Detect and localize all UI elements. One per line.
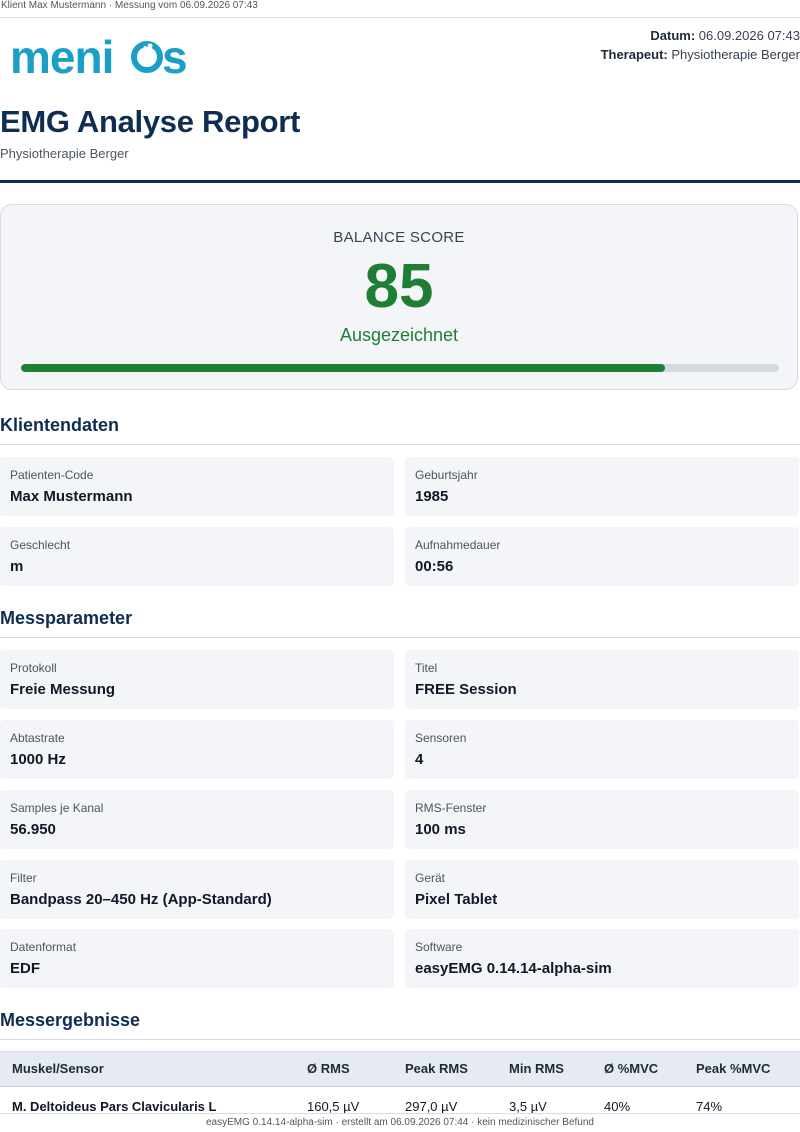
field-value: m	[10, 558, 24, 575]
field-label: Datenformat	[10, 940, 77, 954]
field-value: 56.950	[10, 821, 56, 838]
field-label: Aufnahmedauer	[415, 538, 501, 552]
field-label: Software	[415, 940, 463, 954]
field-value: Bandpass 20–450 Hz (App-Standard)	[10, 891, 272, 908]
title-divider	[0, 180, 800, 183]
field-label: Titel	[415, 661, 438, 675]
field-protocol: Protokoll Freie Messung	[0, 650, 394, 709]
report-title: EMG Analyse Report	[0, 104, 301, 139]
field-value: 4	[415, 751, 424, 768]
field-rms-window: RMS-Fenster 100 ms	[405, 790, 799, 849]
score-progress-fill	[21, 364, 666, 372]
field-label: Protokoll	[10, 661, 57, 675]
results-section-heading: Messergebnisse	[0, 1010, 141, 1030]
menios-logo: meni s	[10, 33, 188, 81]
report-meta: Datum: 06.09.2026 07:43 Therapeut: Physi…	[601, 26, 800, 64]
therapist-label: Therapeut:	[600, 47, 668, 62]
field-value: easyEMG 0.14.14-alpha-sim	[415, 960, 612, 977]
field-sample-rate: Abtastrate 1000 Hz	[0, 720, 394, 779]
col-peak-rms: Peak RMS	[405, 1061, 468, 1076]
field-value: Freie Messung	[10, 681, 116, 698]
field-gender: Geschlecht m	[0, 527, 394, 586]
svg-text:s: s	[162, 33, 188, 81]
field-value: FREE Session	[415, 681, 517, 698]
field-software: Software easyEMG 0.14.14-alpha-sim	[405, 929, 799, 988]
field-value: Pixel Tablet	[415, 891, 498, 908]
field-birth-year: Geburtsjahr 1985	[405, 457, 799, 516]
field-label: Samples je Kanal	[10, 801, 104, 815]
field-data-format: Datenformat EDF	[0, 929, 394, 988]
score-progress-bar	[21, 364, 779, 372]
field-sensors: Sensoren 4	[405, 720, 799, 779]
therapist-value: Physiotherapie Berger	[671, 47, 800, 62]
field-device: Gerät Pixel Tablet	[405, 860, 799, 919]
field-label: Patienten-Code	[10, 468, 94, 482]
field-value: EDF	[10, 960, 40, 977]
date-value: 06.09.2026 07:43	[698, 28, 800, 43]
score-rating: Ausgezeichnet	[339, 325, 459, 345]
field-value: 1985	[415, 488, 449, 505]
col-min-rms: Min RMS	[509, 1061, 564, 1076]
score-value: 85	[364, 252, 434, 321]
score-label: BALANCE SCORE	[333, 229, 465, 246]
field-samples-per-channel: Samples je Kanal 56.950	[0, 790, 394, 849]
field-value: Max Mustermann	[10, 488, 133, 505]
params-section-heading: Messparameter	[0, 608, 133, 628]
page-header-line: Klient Max Mustermann · Messung vom 06.0…	[0, 0, 800, 18]
col-avg-rms: Ø RMS	[307, 1061, 350, 1076]
therapist-line: Therapeut: Physiotherapie Berger	[601, 45, 800, 64]
field-label: Abtastrate	[10, 731, 65, 745]
field-value: 00:56	[415, 558, 454, 575]
field-patient-code: Patienten-Code Max Mustermann	[0, 457, 394, 516]
field-label: Filter	[10, 871, 37, 885]
col-muscle: Muskel/Sensor	[12, 1061, 104, 1076]
client-section-divider	[0, 444, 800, 445]
col-avg-mvc: Ø %MVC	[604, 1061, 659, 1076]
field-recording-duration: Aufnahmedauer 00:56	[405, 527, 799, 586]
field-label: Geschlecht	[10, 538, 71, 552]
field-value: 100 ms	[415, 821, 466, 838]
col-peak-mvc: Peak %MVC	[696, 1061, 771, 1076]
date-line: Datum: 06.09.2026 07:43	[601, 26, 800, 45]
field-filter: Filter Bandpass 20–450 Hz (App-Standard)	[0, 860, 394, 919]
svg-text:meni: meni	[10, 33, 113, 81]
field-title: Titel FREE Session	[405, 650, 799, 709]
page-footer: easyEMG 0.14.14-alpha-sim · erstellt am …	[0, 1113, 800, 1131]
field-label: Sensoren	[415, 731, 467, 745]
field-label: Gerät	[415, 871, 446, 885]
results-table-header: Muskel/Sensor Ø RMS Peak RMS Min RMS Ø %…	[0, 1051, 800, 1087]
field-value: 1000 Hz	[10, 751, 66, 768]
report-subtitle: Physiotherapie Berger	[0, 146, 129, 161]
field-label: RMS-Fenster	[415, 801, 487, 815]
date-label: Datum:	[650, 28, 696, 43]
client-section-heading: Klientendaten	[0, 415, 120, 435]
params-section-divider	[0, 637, 800, 638]
balance-score-card: BALANCE SCORE 85 Ausgezeichnet	[0, 204, 798, 390]
field-label: Geburtsjahr	[415, 468, 478, 482]
results-section-divider	[0, 1039, 800, 1040]
